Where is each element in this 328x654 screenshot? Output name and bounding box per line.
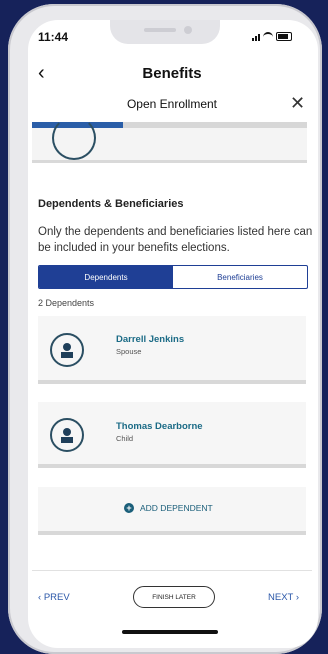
footer-divider [32,570,312,571]
section-title: Dependents & Beneficiaries [38,198,184,210]
home-indicator [122,630,218,634]
battery-icon [276,32,292,41]
dependent-relationship: Spouse [116,347,142,356]
tab-beneficiaries[interactable]: Beneficiaries [173,266,307,288]
dependent-card[interactable]: Thomas Dearborne Child [38,402,306,468]
dependents-tabs: Dependents Beneficiaries [38,265,308,289]
status-time: 11:44 [38,30,69,44]
speaker-icon [144,28,176,32]
person-icon [61,428,73,443]
finish-later-button[interactable]: FINISH LATER [133,586,215,608]
dependent-relationship: Child [116,434,134,443]
camera-icon [184,26,192,34]
nav-title: Benefits [142,65,202,82]
section-description: Only the dependents and beneficiaries li… [38,226,313,254]
card-shadow [38,531,306,535]
dependent-card[interactable]: Darrell Jenkins Spouse [38,316,306,384]
status-icons [252,32,292,41]
add-dependent-button[interactable]: + ADD DEPENDENT [38,487,306,535]
tab-dependents[interactable]: Dependents [39,266,173,288]
avatar [50,333,84,367]
add-icon: + [124,503,134,513]
phone-notch [110,20,220,44]
chevron-left-icon: ‹ [38,592,42,603]
next-button[interactable]: NEXT › [268,592,299,603]
prev-button[interactable]: ‹ PREV [38,592,70,603]
dependent-name: Darrell Jenkins [116,334,185,345]
person-icon [61,343,73,358]
next-label: NEXT [268,592,294,603]
previous-dependent-card [32,116,307,163]
card-shadow [38,464,306,468]
add-dependent-label: ADD DEPENDENT [140,503,213,513]
avatar [50,418,84,452]
cellular-signal-icon [252,34,260,41]
prev-label: PREV [43,592,70,603]
sheet-title: Open Enrollment [126,97,218,111]
dependents-count: 2 Dependents [38,298,95,308]
wifi-icon [263,32,273,41]
card-shadow [38,380,306,384]
dependent-name: Thomas Dearborne [116,421,203,432]
close-icon[interactable]: ✕ [290,93,305,114]
chevron-right-icon: › [295,592,299,603]
avatar [52,116,96,160]
